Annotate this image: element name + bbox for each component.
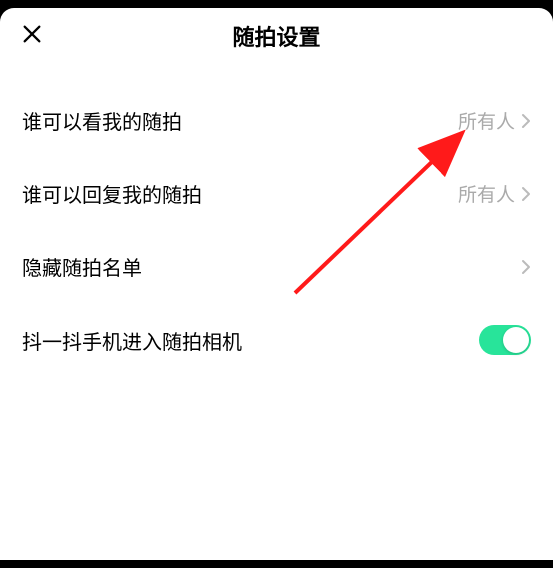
- shake-toggle[interactable]: [479, 325, 531, 355]
- row-label: 隐藏随拍名单: [22, 252, 142, 281]
- settings-panel: 随拍设置 谁可以看我的随拍 所有人 谁可以回复我的随拍 所有人: [0, 8, 553, 560]
- row-right: [479, 325, 531, 355]
- toggle-knob: [503, 327, 529, 353]
- who-can-reply-row[interactable]: 谁可以回复我的随拍 所有人: [0, 157, 553, 230]
- row-right: 所有人: [458, 180, 531, 207]
- who-can-view-row[interactable]: 谁可以看我的随拍 所有人: [0, 84, 553, 157]
- shake-camera-row: 抖一抖手机进入随拍相机: [0, 303, 553, 377]
- chevron-right-icon: [521, 259, 531, 275]
- row-value: 所有人: [458, 180, 515, 207]
- row-label: 谁可以看我的随拍: [22, 106, 182, 135]
- row-label: 谁可以回复我的随拍: [22, 179, 202, 208]
- settings-list: 谁可以看我的随拍 所有人 谁可以回复我的随拍 所有人: [0, 64, 553, 377]
- close-button[interactable]: [16, 20, 48, 52]
- row-right: 所有人: [458, 107, 531, 134]
- row-right: [521, 259, 531, 275]
- page-title: 随拍设置: [232, 20, 320, 52]
- row-label: 抖一抖手机进入随拍相机: [22, 326, 242, 355]
- hide-list-row[interactable]: 隐藏随拍名单: [0, 230, 553, 303]
- chevron-right-icon: [521, 113, 531, 129]
- chevron-right-icon: [521, 186, 531, 202]
- close-icon: [21, 23, 43, 50]
- row-value: 所有人: [458, 107, 515, 134]
- header: 随拍设置: [0, 8, 553, 64]
